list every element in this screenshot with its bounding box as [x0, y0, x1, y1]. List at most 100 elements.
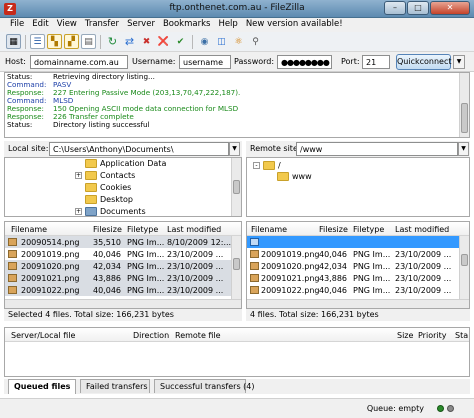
local-tree-scrollbar[interactable]: [231, 158, 241, 216]
remote-site-path[interactable]: /www: [296, 142, 458, 156]
log-scroll-thumb[interactable]: [461, 103, 468, 133]
tree-item[interactable]: - /: [253, 160, 281, 171]
menu-bookmarks[interactable]: Bookmarks: [159, 18, 215, 32]
reconnect-icon[interactable]: ✔: [173, 34, 188, 49]
toolbar-separator: [100, 34, 101, 49]
local-col-filename[interactable]: Filename: [11, 225, 47, 234]
file-row[interactable]: 20091021.png 43,886 PNG Im... 23/10/2009 ..…: [247, 272, 469, 284]
menu-server[interactable]: Server: [123, 18, 159, 32]
local-col-modified[interactable]: Last modified: [167, 225, 221, 234]
file-row[interactable]: [247, 236, 469, 248]
tab-failed-transfers[interactable]: Failed transfers: [80, 379, 150, 393]
file-row[interactable]: 20091020.png 42,034 PNG Im... 23/10/2009 ..…: [247, 260, 469, 272]
tree-item[interactable]: + Documents: [75, 206, 146, 216]
expand-toggle-icon[interactable]: -: [253, 162, 260, 169]
port-input[interactable]: 21: [362, 55, 390, 69]
queue-col-priority[interactable]: Priority: [418, 331, 446, 340]
message-log[interactable]: Status: Retrieving directory listing... Co…: [4, 72, 470, 138]
username-input[interactable]: username: [179, 55, 231, 69]
file-row[interactable]: 20091019.png 40,046 PNG Im... 23/10/2009 ..…: [5, 248, 241, 260]
toggle-local-tree-icon[interactable]: ▚: [47, 34, 62, 49]
username-label: Username:: [132, 57, 176, 66]
log-scrollbar[interactable]: [459, 73, 469, 137]
tree-item[interactable]: www: [267, 171, 312, 182]
view-hidden-icon[interactable]: ◉: [197, 34, 212, 49]
queue-col-local-file[interactable]: Server/Local file: [11, 331, 75, 340]
tree-item[interactable]: Application Data: [75, 158, 166, 169]
remote-col-filesize[interactable]: Filesize: [319, 225, 348, 234]
local-site-dropdown[interactable]: ▼: [229, 142, 240, 156]
cancel-icon[interactable]: ✖: [139, 34, 154, 49]
close-icon[interactable]: ✕: [430, 1, 470, 15]
site-manager-icon[interactable]: ▦: [6, 34, 21, 49]
file-name: 20090514.png: [21, 238, 80, 247]
find-icon[interactable]: ⚲: [248, 34, 263, 49]
quickconnect-button[interactable]: Quickconnect: [396, 54, 452, 70]
file-row[interactable]: 20091019.png 40,046 PNG Im... 23/10/2009 ..…: [247, 248, 469, 260]
host-input[interactable]: domainname.com.au: [30, 55, 128, 69]
queue-col-status[interactable]: Sta: [455, 331, 468, 340]
remote-file-list[interactable]: Filename Filesize Filetype Last modified…: [246, 221, 470, 309]
local-col-filesize[interactable]: Filesize: [93, 225, 122, 234]
folder-icon: [85, 195, 97, 204]
file-size: 40,046: [93, 286, 121, 295]
remote-col-modified[interactable]: Last modified: [395, 225, 449, 234]
local-tree-scroll-thumb[interactable]: [233, 180, 240, 194]
local-files-hscrollbar[interactable]: [5, 299, 241, 308]
process-queue-icon[interactable]: ⇄: [122, 34, 137, 49]
tree-item[interactable]: + Contacts: [75, 170, 135, 181]
remote-col-filetype[interactable]: Filetype: [353, 225, 384, 234]
local-directory-tree[interactable]: Application Data + Contacts Cookies Desktop +…: [4, 157, 242, 217]
menu-edit[interactable]: Edit: [28, 18, 52, 32]
remote-site-dropdown[interactable]: ▼: [458, 142, 469, 156]
local-files-scroll-thumb[interactable]: [233, 258, 240, 270]
remote-files-hscrollbar[interactable]: [247, 299, 469, 308]
local-files-scrollbar[interactable]: [231, 236, 241, 300]
queue-col-direction[interactable]: Direction: [133, 331, 169, 340]
menu-new-version[interactable]: New version available!: [242, 18, 347, 32]
refresh-icon[interactable]: ↻: [105, 34, 120, 49]
local-file-list[interactable]: Filename Filesize Filetype Last modified…: [4, 221, 242, 309]
password-input[interactable]: ●●●●●●●●: [277, 55, 332, 69]
remote-site-bar: Remote site: /www ▼: [246, 141, 470, 157]
file-type: PNG Im...: [353, 286, 391, 295]
queue-col-remote-file[interactable]: Remote file: [175, 331, 221, 340]
menu-view[interactable]: View: [53, 18, 81, 32]
tree-item[interactable]: Desktop: [75, 194, 133, 205]
quickconnect-dropdown[interactable]: ▼: [453, 55, 465, 69]
file-row[interactable]: 20091020.png 42,034 PNG Im... 23/10/2009 ..…: [5, 260, 241, 272]
remote-files-scrollbar[interactable]: [459, 236, 469, 300]
png-file-icon: [250, 286, 259, 294]
file-size: 40,046: [319, 286, 347, 295]
remote-col-filename[interactable]: Filename: [251, 225, 287, 234]
folder-icon: [85, 171, 97, 180]
menu-transfer[interactable]: Transfer: [81, 18, 123, 32]
tree-item[interactable]: Cookies: [75, 182, 131, 193]
file-row[interactable]: 20091022.png 40,046 PNG Im... 23/10/2009 ..…: [247, 284, 469, 296]
maximize-icon[interactable]: □: [407, 1, 429, 15]
local-col-filetype[interactable]: Filetype: [127, 225, 158, 234]
port-label: Port:: [341, 57, 360, 66]
file-row[interactable]: 20090514.png 35,510 PNG Im... 8/10/2009 12:…: [5, 236, 241, 248]
tree-item-label: Documents: [100, 207, 146, 216]
toggle-log-icon[interactable]: ☰: [30, 34, 45, 49]
menu-file[interactable]: File: [6, 18, 28, 32]
compare-icon[interactable]: ◫: [214, 34, 229, 49]
remote-files-scroll-thumb[interactable]: [461, 254, 468, 266]
tab-queued-files[interactable]: Queued files: [8, 379, 76, 394]
minimize-icon[interactable]: –: [384, 1, 406, 15]
expand-toggle-icon[interactable]: +: [75, 172, 82, 179]
expand-toggle-icon[interactable]: +: [75, 208, 82, 215]
toggle-remote-tree-icon[interactable]: ▞: [64, 34, 79, 49]
file-row[interactable]: 20091021.png 43,886 PNG Im... 23/10/2009 ..…: [5, 272, 241, 284]
queue-col-size[interactable]: Size: [397, 331, 413, 340]
menu-help[interactable]: Help: [214, 18, 241, 32]
tab-successful-transfers[interactable]: Successful transfers (4): [154, 379, 255, 393]
local-site-path[interactable]: C:\Users\Anthony\Documents\: [49, 142, 229, 156]
remote-directory-tree[interactable]: - / www: [246, 157, 470, 217]
transfer-queue[interactable]: Server/Local file Direction Remote file …: [4, 327, 470, 377]
toggle-queue-icon[interactable]: ▤: [81, 34, 96, 49]
file-row[interactable]: 20091022.png 40,046 PNG Im... 23/10/2009 ..…: [5, 284, 241, 296]
disconnect-icon[interactable]: ❌: [156, 34, 171, 49]
sync-browse-icon[interactable]: ⚛: [231, 34, 246, 49]
